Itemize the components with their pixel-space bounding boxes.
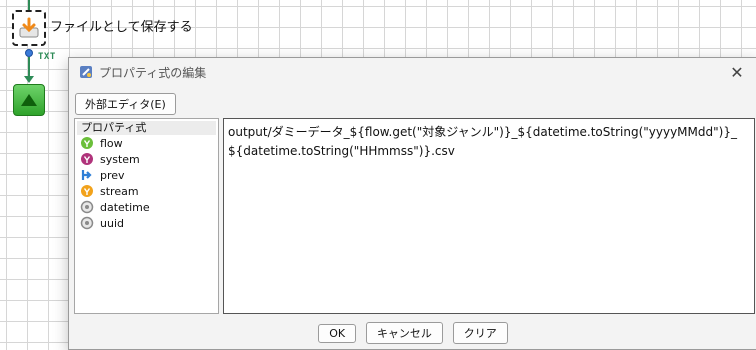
tree-item-label: prev bbox=[100, 168, 125, 182]
tree-item-label: flow bbox=[100, 136, 123, 150]
flow-connector-top bbox=[28, 0, 30, 10]
dialog-title: プロパティ式の編集 bbox=[99, 65, 207, 80]
dialog-toolbar: 外部エディタ(E) bbox=[69, 86, 756, 116]
tree-item-system[interactable]: system bbox=[77, 151, 216, 167]
tree-item-datetime[interactable]: datetime bbox=[77, 199, 216, 215]
tree-item-uuid[interactable]: uuid bbox=[77, 215, 216, 231]
flow-icon bbox=[81, 137, 93, 149]
app-icon bbox=[80, 66, 92, 78]
property-tree-list: flow system prev stream datetime uuid bbox=[77, 135, 216, 231]
property-expression-dialog: プロパティ式の編集 ✕ 外部エディタ(E) プロパティ式 flow system p… bbox=[68, 57, 756, 350]
connector-type-tag: TXT bbox=[38, 52, 56, 62]
tree-item-label: datetime bbox=[100, 200, 150, 214]
save-file-node[interactable] bbox=[12, 10, 46, 46]
next-node[interactable] bbox=[13, 84, 45, 116]
tree-item-flow[interactable]: flow bbox=[77, 135, 216, 151]
close-button[interactable]: ✕ bbox=[727, 62, 747, 82]
stream-icon bbox=[81, 185, 93, 197]
save-file-icon bbox=[19, 17, 39, 38]
dialog-content: プロパティ式 flow system prev stream datetime uuid … bbox=[71, 118, 755, 316]
output-port[interactable] bbox=[25, 49, 33, 57]
datetime-icon bbox=[80, 200, 94, 214]
system-icon bbox=[81, 153, 93, 165]
tree-item-stream[interactable]: stream bbox=[77, 183, 216, 199]
uuid-icon bbox=[80, 216, 94, 230]
expression-editor[interactable]: output/ダミーデータ_${flow.get("対象ジャンル")}_${da… bbox=[223, 118, 755, 314]
flow-arrow-icon bbox=[24, 76, 34, 83]
ok-button[interactable]: OK bbox=[318, 324, 357, 343]
property-tree-header: プロパティ式 bbox=[77, 121, 216, 135]
prev-icon bbox=[81, 170, 92, 180]
triangle-up-icon bbox=[21, 94, 37, 106]
dialog-footer: OK キャンセル クリア bbox=[69, 322, 756, 344]
tree-item-prev[interactable]: prev bbox=[77, 167, 216, 183]
clear-button[interactable]: クリア bbox=[452, 322, 508, 344]
dialog-titlebar[interactable]: プロパティ式の編集 ✕ bbox=[69, 58, 756, 86]
save-file-node-label: ファイルとして保存する bbox=[50, 20, 193, 35]
tree-item-label: system bbox=[100, 152, 140, 166]
tree-item-label: uuid bbox=[100, 216, 124, 230]
tree-item-label: stream bbox=[100, 184, 139, 198]
property-tree[interactable]: プロパティ式 flow system prev stream datetime uuid bbox=[74, 118, 219, 314]
external-editor-button[interactable]: 外部エディタ(E) bbox=[75, 93, 176, 115]
close-icon: ✕ bbox=[730, 62, 744, 82]
cancel-button[interactable]: キャンセル bbox=[365, 322, 443, 344]
